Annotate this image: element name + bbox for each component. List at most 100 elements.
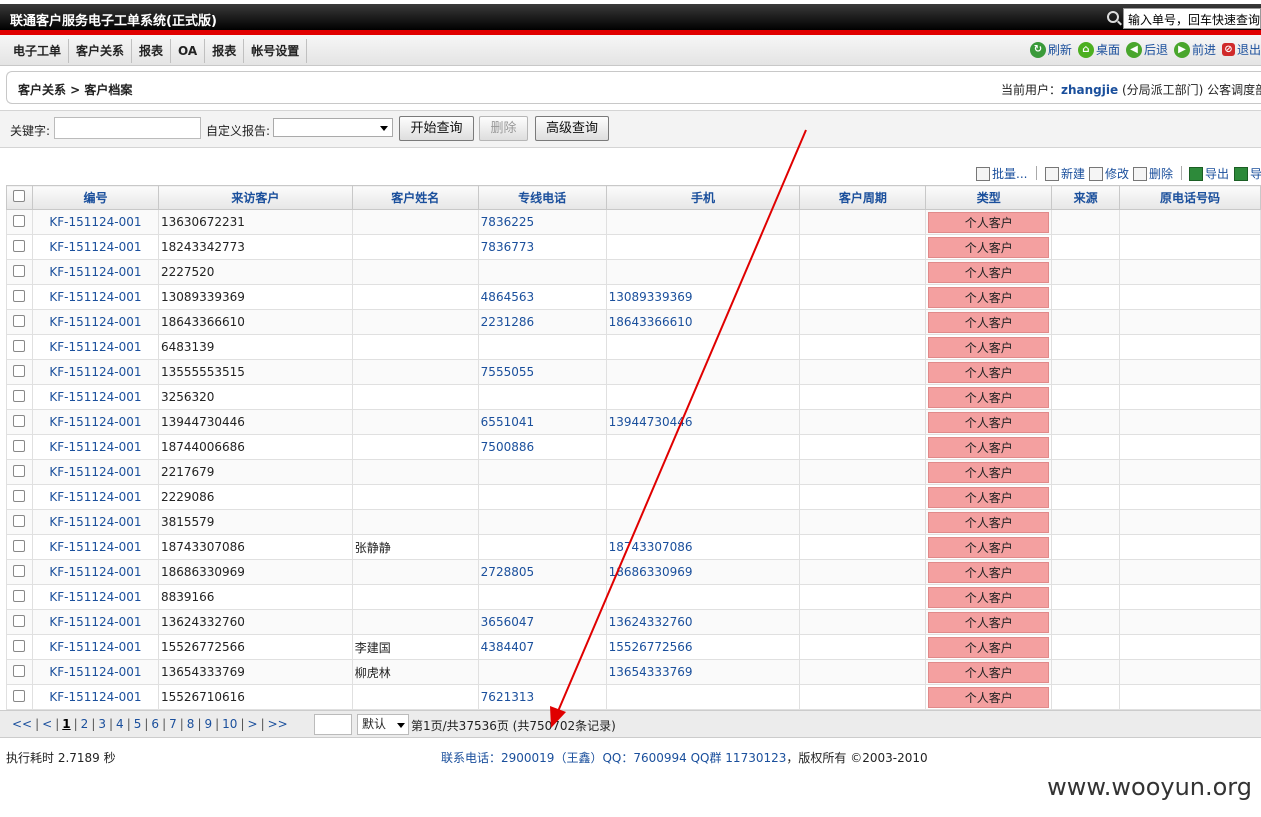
table-cell[interactable]: KF-151124-001 (31, 634, 159, 660)
row-checkbox[interactable] (13, 439, 26, 452)
page-link-1[interactable]: 1 (59, 717, 73, 731)
table-row[interactable]: KF-151124-001 15526772566 李建国 4384407 155267… (6, 634, 1261, 660)
table-cell[interactable]: KF-151124-001 (31, 684, 159, 710)
table-cell[interactable]: KF-151124-001 (31, 209, 159, 235)
desktop-button[interactable]: ⌂ 桌面 (1077, 41, 1120, 58)
menu-item-customer-relations[interactable]: 客户关系 (69, 39, 133, 63)
row-checkbox[interactable] (13, 639, 26, 652)
column-header[interactable]: 客户姓名 (351, 185, 479, 210)
page-number-input[interactable] (314, 714, 352, 735)
page-link-10[interactable]: 10 (219, 717, 240, 731)
first-page-link[interactable]: << (9, 717, 35, 731)
table-cell[interactable]: KF-151124-001 (31, 284, 159, 310)
page-link-9[interactable]: 9 (201, 717, 215, 731)
row-checkbox[interactable] (13, 364, 26, 377)
new-button[interactable]: 新建 (1045, 165, 1085, 182)
table-cell[interactable]: KF-151124-001 (31, 309, 159, 335)
table-cell[interactable]: 7500886 (477, 434, 607, 460)
row-checkbox[interactable] (13, 389, 26, 402)
table-row[interactable]: KF-151124-001 13555553515 7555055 个人客户 (6, 359, 1261, 385)
table-row[interactable]: KF-151124-001 8839166 个人客户 (6, 584, 1261, 610)
user-name[interactable]: zhangjie (1061, 83, 1118, 97)
table-cell[interactable]: KF-151124-001 (31, 484, 159, 510)
table-cell[interactable]: 13944730446 (605, 409, 801, 435)
advanced-query-button[interactable]: 高级查询 (535, 116, 609, 141)
table-row[interactable]: KF-151124-001 13654333769 柳虎林 13654333769 个人… (6, 659, 1261, 685)
table-row[interactable]: KF-151124-001 18643366610 2231286 186433666… (6, 309, 1261, 335)
table-row[interactable]: KF-151124-001 18743307086 张静静 18743307086 个人… (6, 534, 1261, 560)
table-cell[interactable]: KF-151124-001 (31, 609, 159, 635)
delete-record-button[interactable]: 删除 (1133, 165, 1173, 182)
table-cell[interactable]: KF-151124-001 (31, 434, 159, 460)
query-button[interactable]: 开始查询 (399, 116, 474, 141)
page-link-7[interactable]: 7 (166, 717, 180, 731)
import-button[interactable]: 导入 (1234, 165, 1261, 182)
table-cell[interactable]: 13089339369 (605, 284, 801, 310)
column-header[interactable]: 类型 (925, 185, 1053, 210)
table-cell[interactable]: 2231286 (477, 309, 607, 335)
table-row[interactable]: KF-151124-001 3815579 个人客户 (6, 509, 1261, 535)
table-row[interactable]: KF-151124-001 13944730446 6551041 139447304… (6, 409, 1261, 435)
menu-item-account-settings[interactable]: 帐号设置 (244, 39, 308, 63)
table-row[interactable]: KF-151124-001 18686330969 2728805 186863309… (6, 559, 1261, 585)
page-link-5[interactable]: 5 (131, 717, 145, 731)
table-cell[interactable]: 6551041 (477, 409, 607, 435)
page-link-3[interactable]: 3 (95, 717, 109, 731)
table-cell[interactable]: KF-151124-001 (31, 534, 159, 560)
table-cell[interactable]: KF-151124-001 (31, 259, 159, 285)
page-link-4[interactable]: 4 (113, 717, 127, 731)
page-size-select[interactable]: 默认 (357, 714, 409, 735)
table-cell[interactable]: 3656047 (477, 609, 607, 635)
table-cell[interactable]: KF-151124-001 (31, 659, 159, 685)
row-checkbox[interactable] (13, 339, 26, 352)
table-cell[interactable]: KF-151124-001 (31, 384, 159, 410)
column-header[interactable]: 来源 (1051, 185, 1121, 210)
menu-item-reports-2[interactable]: 报表 (205, 39, 245, 63)
export-button[interactable]: 导出 (1189, 165, 1229, 182)
table-row[interactable]: KF-151124-001 13630672231 7836225 个人客户 (6, 209, 1261, 235)
table-cell[interactable]: 7621313 (477, 684, 607, 710)
row-checkbox[interactable] (13, 289, 26, 302)
search-icon[interactable] (1107, 11, 1119, 23)
table-cell[interactable]: KF-151124-001 (31, 559, 159, 585)
column-header[interactable]: 客户周期 (799, 185, 927, 210)
table-cell[interactable]: KF-151124-001 (31, 359, 159, 385)
row-checkbox[interactable] (13, 264, 26, 277)
custom-report-select[interactable] (273, 118, 393, 137)
row-checkbox[interactable] (13, 589, 26, 602)
row-checkbox[interactable] (13, 239, 26, 252)
table-cell[interactable]: KF-151124-001 (31, 409, 159, 435)
table-cell[interactable]: 13654333769 (605, 659, 801, 685)
table-cell[interactable]: 15526772566 (605, 634, 801, 660)
column-header[interactable]: 编号 (31, 185, 159, 210)
row-checkbox[interactable] (13, 614, 26, 627)
table-row[interactable]: KF-151124-001 2217679 个人客户 (6, 459, 1261, 485)
row-checkbox[interactable] (13, 489, 26, 502)
table-cell[interactable]: 13624332760 (605, 609, 801, 635)
table-cell[interactable]: 18643366610 (605, 309, 801, 335)
row-checkbox[interactable] (13, 664, 26, 677)
menu-item-reports[interactable]: 报表 (132, 39, 172, 63)
menu-item-work-order[interactable]: 电子工单 (6, 39, 70, 63)
edit-button[interactable]: 修改 (1089, 165, 1129, 182)
table-row[interactable]: KF-151124-001 15526710616 7621313 个人客户 (6, 684, 1261, 710)
last-page-link[interactable]: >> (265, 717, 291, 731)
footer-contact[interactable]: 联系电话：2900019（王鑫）QQ：7600994 QQ群 11730123 (441, 751, 786, 765)
row-checkbox[interactable] (13, 564, 26, 577)
select-all-checkbox[interactable] (13, 190, 26, 202)
column-header[interactable]: 原电话号码 (1119, 185, 1261, 210)
row-checkbox[interactable] (13, 414, 26, 427)
table-cell[interactable]: 18743307086 (605, 534, 801, 560)
table-cell[interactable]: 4864563 (477, 284, 607, 310)
table-cell[interactable]: KF-151124-001 (31, 459, 159, 485)
table-row[interactable]: KF-151124-001 18243342773 7836773 个人客户 (6, 234, 1261, 260)
back-button[interactable]: ◀ 后退 (1125, 41, 1168, 58)
row-checkbox[interactable] (13, 464, 26, 477)
page-link-8[interactable]: 8 (184, 717, 198, 731)
prev-page-link[interactable]: < (39, 717, 55, 731)
table-row[interactable]: KF-151124-001 13624332760 3656047 136243327… (6, 609, 1261, 635)
table-cell[interactable]: KF-151124-001 (31, 234, 159, 260)
table-row[interactable]: KF-151124-001 2227520 个人客户 (6, 259, 1261, 285)
table-row[interactable]: KF-151124-001 2229086 个人客户 (6, 484, 1261, 510)
table-cell[interactable]: 2728805 (477, 559, 607, 585)
